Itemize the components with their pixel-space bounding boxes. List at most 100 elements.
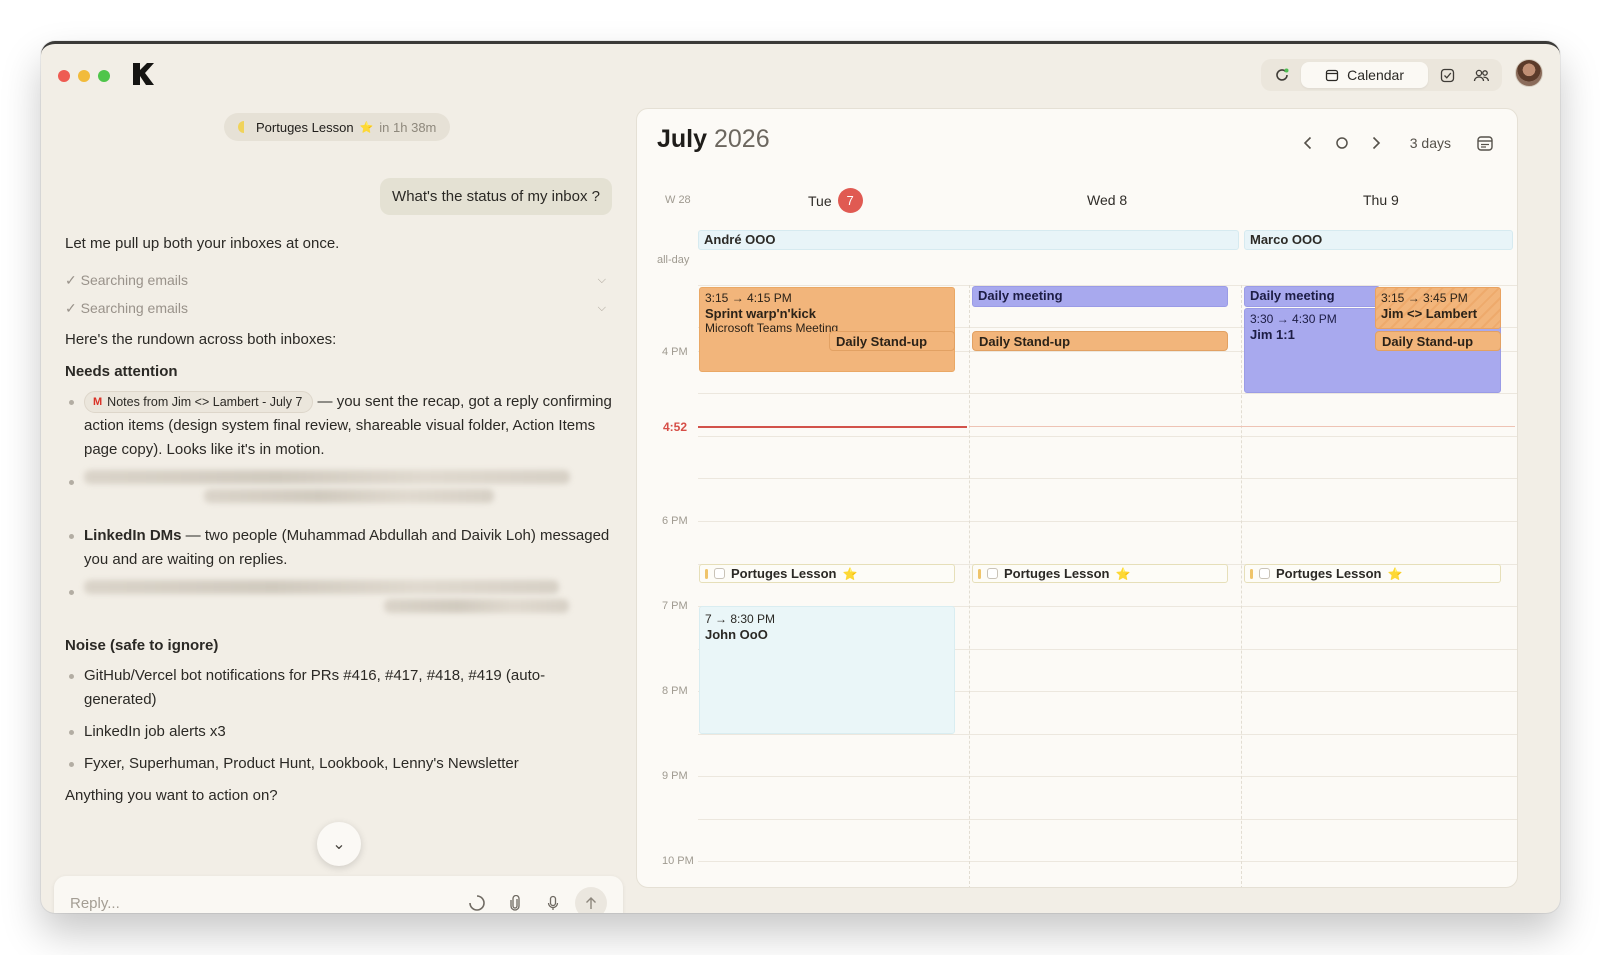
app-window: Calendar Portuges Lesson ⭐ in 1h 38m Wha… [41, 41, 1560, 913]
previous-chevron-icon[interactable] [1294, 129, 1322, 157]
hour-label: 7 PM [662, 600, 688, 612]
calendar-event[interactable]: 7 → 8:30 PM John OoO [699, 606, 955, 734]
hour-label: 4 PM [662, 346, 688, 358]
star-icon: ⭐ [359, 121, 374, 134]
allday-event[interactable]: Marco OOO [1244, 230, 1513, 250]
chevron-down-icon: ⌄ [332, 836, 346, 853]
user-avatar[interactable] [1515, 59, 1543, 87]
column-divider [1241, 285, 1242, 887]
calendar-event[interactable]: Daily Stand-up [972, 331, 1228, 351]
day-header-tue[interactable]: Tue 7 [808, 188, 863, 213]
people-icon[interactable] [1466, 62, 1496, 88]
event-color-bar [705, 568, 708, 579]
list-item: M Notes from Jim <> Lambert - July 7 — y… [65, 390, 612, 462]
day-header-wed[interactable]: Wed 8 [1087, 192, 1127, 208]
gmail-icon: M [93, 396, 103, 409]
calendar-event[interactable]: Daily meeting [1244, 286, 1380, 307]
event-title: Jim <> Lambert [1381, 306, 1478, 321]
today-badge: 7 [837, 188, 863, 213]
event-color-bar [978, 568, 981, 579]
tool-step[interactable]: ✓ Searching emails ⌵ [65, 266, 612, 294]
week-number: W 28 [665, 194, 691, 206]
blurred-content [84, 580, 560, 594]
event-checkbox[interactable] [1259, 568, 1270, 579]
calendar-list-icon[interactable] [1471, 129, 1499, 157]
calendar-event[interactable]: Daily Stand-up [829, 331, 955, 351]
reply-input[interactable] [70, 894, 455, 912]
user-message: What's the status of my inbox ? [380, 178, 612, 215]
hour-label: 6 PM [662, 515, 688, 527]
day-name: Wed 8 [1087, 192, 1128, 208]
today-circle-icon[interactable] [1328, 129, 1356, 157]
hour-label: 10 PM [662, 855, 694, 867]
event-title: John OoO [705, 627, 768, 642]
tool-step[interactable]: ✓ Searching emails ⌵ [65, 294, 612, 322]
day-name: Tue [808, 192, 832, 209]
list-item: Fyxer, Superhuman, Product Hunt, Lookboo… [65, 752, 612, 776]
event-title: Portuges Lesson [731, 566, 837, 581]
close-window-button[interactable] [58, 70, 70, 82]
calendar-nav: 3 days [1294, 129, 1499, 157]
day-name: Thu 9 [1363, 192, 1399, 208]
event-checkbox[interactable] [714, 568, 725, 579]
grid-line [698, 734, 1517, 735]
window-controls [58, 70, 110, 82]
upcoming-event-pill[interactable]: Portuges Lesson ⭐ in 1h 38m [224, 113, 451, 141]
calendar-tab[interactable]: Calendar [1301, 62, 1428, 88]
app-logo-icon [133, 63, 154, 85]
event-time: 3:15 → 4:15 PM [705, 291, 792, 305]
calendar-event[interactable]: 3:15 → 4:15 PM Sprint warp'n'kick Micros… [699, 287, 955, 372]
blurred-content [384, 599, 569, 613]
column-divider [969, 285, 970, 887]
lesson-event[interactable]: Portuges Lesson ⭐ [972, 564, 1228, 583]
tool-step-label: ✓ Searching emails [65, 300, 189, 316]
reply-composer [54, 876, 623, 913]
lesson-event[interactable]: Portuges Lesson ⭐ [699, 564, 955, 583]
tasks-check-icon[interactable] [1432, 62, 1462, 88]
email-reference-chip[interactable]: M Notes from Jim <> Lambert - July 7 [84, 391, 314, 414]
blurred-content [204, 489, 495, 503]
event-checkbox[interactable] [987, 568, 998, 579]
zoom-window-button[interactable] [98, 70, 110, 82]
event-title: Portuges Lesson [1276, 566, 1382, 581]
calendar-event[interactable]: 3:15 → 3:45 PM Jim <> Lambert [1375, 287, 1501, 329]
noise-heading: Noise (safe to ignore) [65, 637, 219, 654]
send-arrow-icon[interactable] [575, 887, 607, 913]
attach-paperclip-icon[interactable] [499, 887, 531, 913]
calendar-event[interactable]: Daily meeting [972, 286, 1228, 307]
grid-line [698, 393, 1517, 394]
grid-line [698, 819, 1517, 820]
blurred-content [84, 470, 570, 484]
grid-line [698, 776, 1517, 777]
calendar-panel: July 2026 3 days W 28 Tue 7 Wed 8 Thu 9 … [636, 108, 1518, 888]
list-item: LinkedIn job alerts x3 [65, 720, 612, 744]
next-chevron-icon[interactable] [1362, 129, 1390, 157]
event-title: Portuges Lesson [1004, 566, 1110, 581]
event-color-bar [1250, 568, 1253, 579]
assistant-message: Let me pull up both your inboxes at once… [65, 232, 612, 818]
event-time: 3:15 → 3:45 PM [1381, 291, 1468, 305]
calendar-month-title: July 2026 [657, 125, 770, 154]
list-item: LinkedIn DMs — two people (Muhammad Abdu… [65, 524, 612, 572]
hour-label: 8 PM [662, 685, 688, 697]
allday-event[interactable]: André OOO [698, 230, 1239, 250]
upcoming-event-name: Portuges Lesson [256, 119, 354, 135]
scroll-down-button[interactable]: ⌄ [317, 822, 361, 866]
sync-icon[interactable] [1267, 62, 1297, 88]
assistant-closing: Anything you want to action on? [65, 787, 278, 804]
calendar-icon [1326, 69, 1339, 82]
needs-attention-heading: Needs attention [65, 363, 178, 380]
current-time-line [698, 426, 967, 428]
calendar-event[interactable]: Daily Stand-up [1375, 331, 1501, 351]
needs-attention-list: M Notes from Jim <> Lambert - July 7 — y… [65, 390, 612, 626]
day-header-thu[interactable]: Thu 9 [1363, 192, 1399, 208]
chevron-down-icon: ⌵ [597, 302, 606, 314]
lesson-event[interactable]: Portuges Lesson ⭐ [1244, 564, 1501, 583]
grid-line [698, 521, 1517, 522]
view-range-selector[interactable]: 3 days [1396, 135, 1465, 151]
microphone-icon[interactable] [537, 887, 569, 913]
minimize-window-button[interactable] [78, 70, 90, 82]
grid-line [698, 861, 1517, 862]
top-toolbar: Calendar [1261, 59, 1502, 91]
star-icon: ⭐ [1387, 566, 1403, 581]
